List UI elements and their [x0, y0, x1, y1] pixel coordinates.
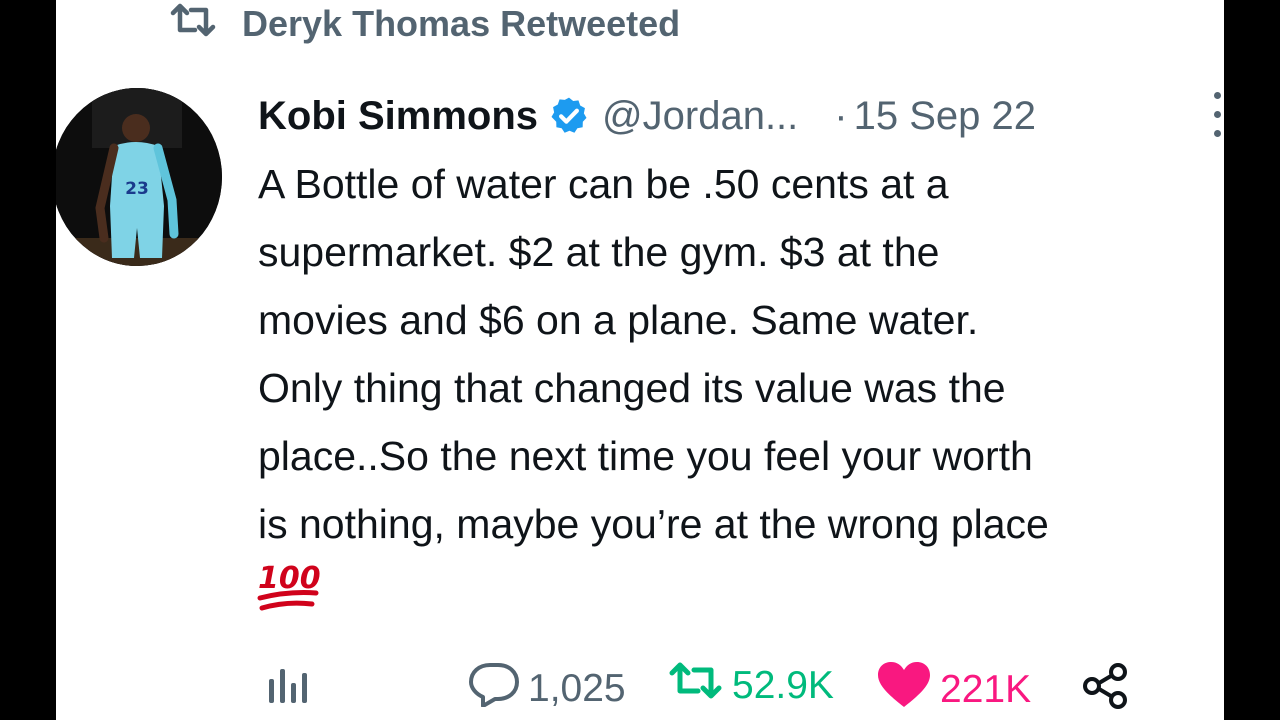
reply-count: 1,025: [528, 667, 626, 710]
author-name[interactable]: Kobi Simmons: [258, 94, 538, 139]
heart-icon: [876, 661, 932, 719]
like-count: 221K: [940, 668, 1032, 711]
like-button[interactable]: 221K: [876, 661, 1031, 719]
reply-icon: [468, 661, 520, 717]
tweet-card: Deryk Thomas Retweeted 23 Kobi Simmons @…: [56, 0, 1224, 720]
retweeted-by-label[interactable]: Deryk Thomas Retweeted: [242, 3, 680, 45]
views-button[interactable]: [266, 661, 312, 715]
retweet-button[interactable]: 52.9K: [668, 661, 834, 711]
retweet-count: 52.9K: [732, 664, 834, 707]
reply-button[interactable]: 1,025: [468, 661, 626, 717]
action-bar: 1,025 52.9K 221K: [56, 655, 1224, 715]
tweet-date[interactable]: 15 Sep 22: [854, 94, 1036, 139]
verified-badge-icon: [548, 95, 590, 137]
author-handle[interactable]: @Jordan...: [602, 94, 798, 139]
author-row: Kobi Simmons @Jordan... · 15 Sep 22: [258, 88, 1036, 144]
separator-dot: ·: [834, 93, 848, 138]
jersey-number: 23: [125, 179, 149, 199]
avatar[interactable]: 23: [56, 88, 222, 266]
views-icon: [266, 661, 312, 715]
hundred-points-emoji-icon: 100: [256, 560, 321, 616]
tweet-text: A Bottle of water can be .50 cents at a …: [258, 161, 1049, 547]
share-icon: [1080, 661, 1130, 720]
retweet-icon: [168, 3, 218, 46]
share-button[interactable]: [1080, 661, 1130, 720]
more-options-icon[interactable]: [1214, 92, 1224, 137]
retweet-icon: [668, 661, 724, 711]
retweet-context: Deryk Thomas Retweeted: [168, 0, 680, 48]
